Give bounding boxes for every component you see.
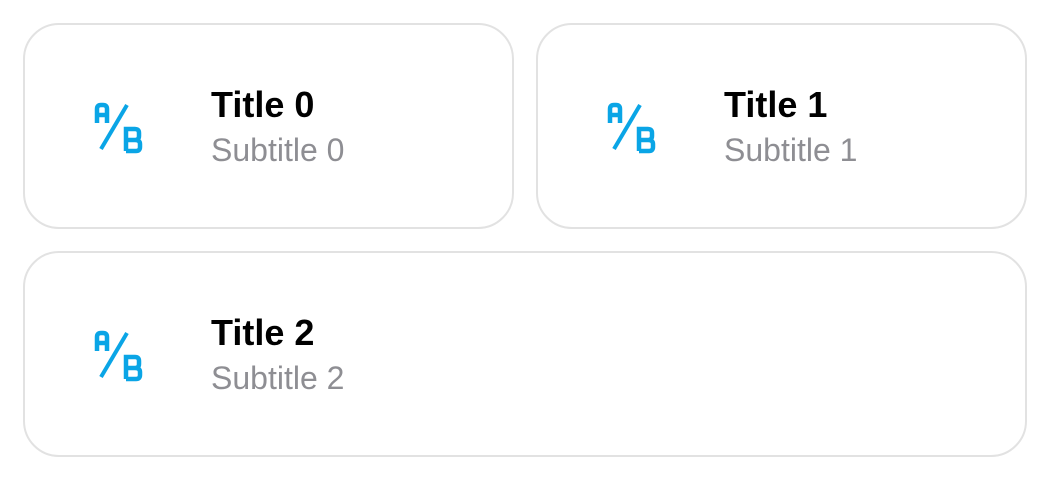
- card-subtitle: Subtitle 2: [211, 360, 345, 396]
- card-subtitle: Subtitle 1: [724, 132, 858, 168]
- card-title: Title 1: [724, 84, 828, 125]
- card-2[interactable]: Title 2 Subtitle 2: [23, 251, 1027, 457]
- card-title: Title 0: [211, 84, 315, 125]
- ab-test-icon: [602, 101, 662, 155]
- card-1[interactable]: Title 1 Subtitle 1: [536, 23, 1027, 229]
- card-title: Title 2: [211, 312, 315, 353]
- card-subtitle: Subtitle 0: [211, 132, 345, 168]
- card-0[interactable]: Title 0 Subtitle 0: [23, 23, 514, 229]
- ab-test-icon: [89, 329, 149, 383]
- ab-test-icon: [89, 101, 149, 155]
